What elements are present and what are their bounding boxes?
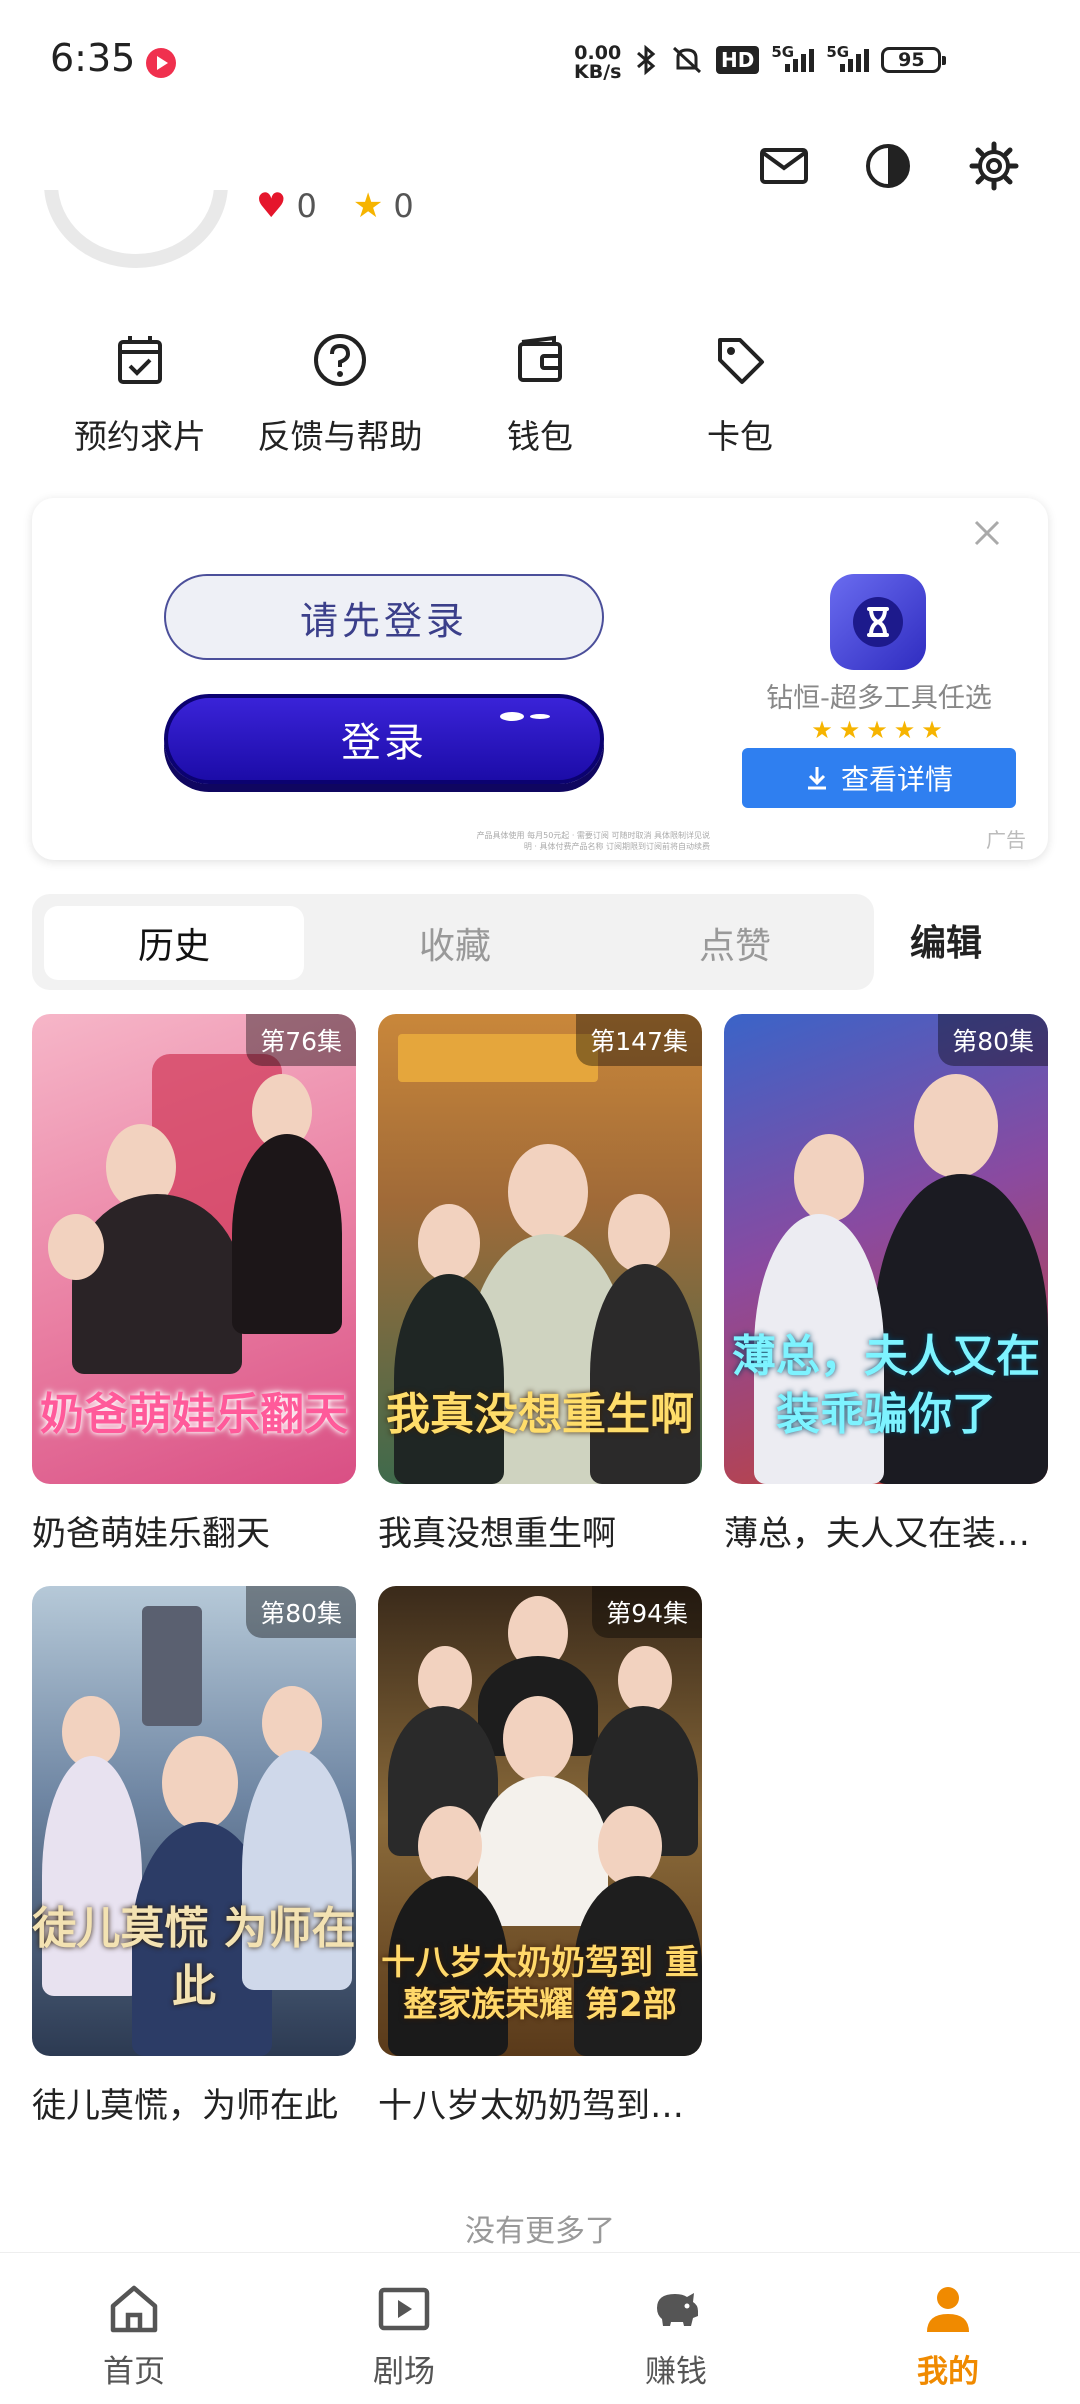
ad-tag: 广告 [986, 828, 1026, 852]
drama-poster: 十八岁太奶奶驾到 重整家族荣耀 第2部 第94集 [378, 1586, 702, 2056]
tab-history[interactable]: 历史 [44, 906, 304, 980]
quick-action-label: 反馈与帮助 [257, 417, 423, 456]
drama-poster: 奶爸萌娃乐翻天 第76集 [32, 1014, 356, 1484]
end-of-list-text: 没有更多了 [465, 2214, 615, 2249]
quick-action-label: 卡包 [707, 417, 773, 456]
drama-title: 我真没想重生啊 [378, 1514, 616, 1554]
drama-card[interactable]: 薄总，夫人又在装乖骗你了 第80集 薄总，夫人又在装… [724, 1014, 1048, 1555]
ad-detail-button[interactable]: 查看详情 [742, 748, 1016, 808]
ad-detail-label: 查看详情 [840, 763, 953, 796]
drama-title: 奶爸萌娃乐翻天 [32, 1514, 270, 1554]
profile-stats: ♥ 0 ★ 0 [256, 186, 414, 226]
drama-title: 徒儿莫慌，为师在此 [32, 2086, 338, 2126]
status-icons: HD 5G 5G 95 [634, 40, 947, 80]
theme-toggle-icon[interactable] [858, 136, 918, 196]
episode-badge: 第76集 [246, 1014, 356, 1066]
nav-label: 赚钱 [645, 2354, 707, 2390]
nav-label: 首页 [103, 2354, 165, 2390]
signal-label-2: 5G [826, 42, 850, 61]
poster-title: 我真没想重生啊 [386, 1389, 694, 1440]
quick-action-label: 预约求片 [74, 417, 206, 456]
help-circle-icon [314, 334, 366, 386]
bluetooth-icon [637, 44, 656, 76]
avatar[interactable] [44, 190, 228, 268]
ad-login-button[interactable]: 登录 [164, 694, 604, 784]
close-icon[interactable] [962, 508, 1012, 558]
poster-title: 奶爸萌娃乐翻天 [40, 1389, 348, 1440]
play-icon [378, 2287, 430, 2331]
quick-action-reserve[interactable]: 预约求片 [60, 330, 220, 458]
ad-rating-stars: ★★★★★ [811, 716, 949, 744]
episode-badge: 第80集 [246, 1586, 356, 1638]
quick-action-cards[interactable]: 卡包 [660, 330, 820, 458]
quick-action-help[interactable]: 反馈与帮助 [257, 330, 423, 458]
episode-badge: 第147集 [576, 1014, 702, 1066]
status-time: 6:35 [50, 36, 136, 80]
ad-login-prompt[interactable]: 请先登录 [164, 574, 604, 660]
quick-action-wallet[interactable]: 钱包 [460, 330, 620, 458]
drama-card[interactable]: 我真没想重生啊 第147集 我真没想重生啊 [378, 1014, 702, 1555]
likes-count: 0 [296, 187, 317, 225]
nav-mine[interactable]: 我的 [878, 2282, 1018, 2391]
drama-card[interactable]: 徒儿莫慌 为师在此 第80集 徒儿莫慌，为师在此 [32, 1586, 356, 2127]
person-icon [927, 2287, 969, 2332]
tab-likes[interactable]: 点赞 [610, 906, 860, 980]
drama-card[interactable]: 奶爸萌娃乐翻天 第76集 奶爸萌娃乐翻天 [32, 1014, 356, 1555]
wallet-icon [518, 335, 562, 382]
nav-earn[interactable]: 赚钱 [606, 2282, 746, 2391]
drama-title: 十八岁太奶奶驾到… [378, 2086, 684, 2126]
battery-indicator: 95 [881, 47, 947, 73]
nav-label: 剧场 [373, 2354, 435, 2390]
edit-button[interactable]: 编辑 [910, 914, 982, 966]
nav-theater[interactable]: 剧场 [334, 2282, 474, 2391]
poster-title: 十八岁太奶奶驾到 重整家族荣耀 第2部 [381, 1943, 699, 2025]
star-icon: ★ [352, 186, 384, 226]
settings-gear-icon[interactable] [964, 136, 1024, 196]
network-speed: 0.00 KB/s [574, 44, 621, 82]
episode-badge: 第94集 [592, 1586, 702, 1638]
drama-title: 薄总，夫人又在装… [724, 1514, 1030, 1554]
network-speed-unit: KB/s [574, 61, 622, 83]
app-logo-icon[interactable] [830, 574, 926, 670]
drama-poster: 薄总，夫人又在装乖骗你了 第80集 [724, 1014, 1048, 1484]
tag-icon [718, 338, 764, 384]
tab-favorites[interactable]: 收藏 [330, 906, 580, 980]
stars-count: 0 [393, 187, 414, 225]
mail-icon[interactable] [754, 136, 814, 196]
poster-title: 薄总，夫人又在装乖骗你了 [732, 1331, 1040, 1440]
signal-label: 5G [771, 42, 795, 61]
signal-icon-2: 5G [826, 43, 870, 72]
ad-fine-print: 产品具体使用 每月50元起 · 需要订阅 可随时取消 具体限制详见说明 · 具体… [476, 831, 710, 851]
signal-icon: 5G [771, 43, 815, 72]
quick-action-label: 钱包 [507, 417, 573, 456]
hd-badge: HD [716, 46, 760, 74]
mute-icon [672, 46, 702, 74]
drama-card[interactable]: 十八岁太奶奶驾到 重整家族荣耀 第2部 第94集 十八岁太奶奶驾到… [378, 1586, 702, 2127]
home-icon [110, 2285, 158, 2333]
screen-record-icon [146, 48, 176, 78]
piggy-bank-icon [657, 2293, 698, 2326]
ad-app-name: 钻恒-超多工具任选 [766, 683, 992, 714]
episode-badge: 第80集 [938, 1014, 1048, 1066]
heart-icon: ♥ [256, 186, 287, 226]
calendar-check-icon [118, 336, 162, 384]
drama-poster: 我真没想重生啊 第147集 [378, 1014, 702, 1484]
nav-label: 我的 [917, 2354, 979, 2390]
drama-poster: 徒儿莫慌 为师在此 第80集 [32, 1586, 356, 2056]
nav-home[interactable]: 首页 [64, 2282, 204, 2391]
download-icon [807, 767, 826, 790]
poster-title: 徒儿莫慌 为师在此 [32, 1903, 356, 2012]
